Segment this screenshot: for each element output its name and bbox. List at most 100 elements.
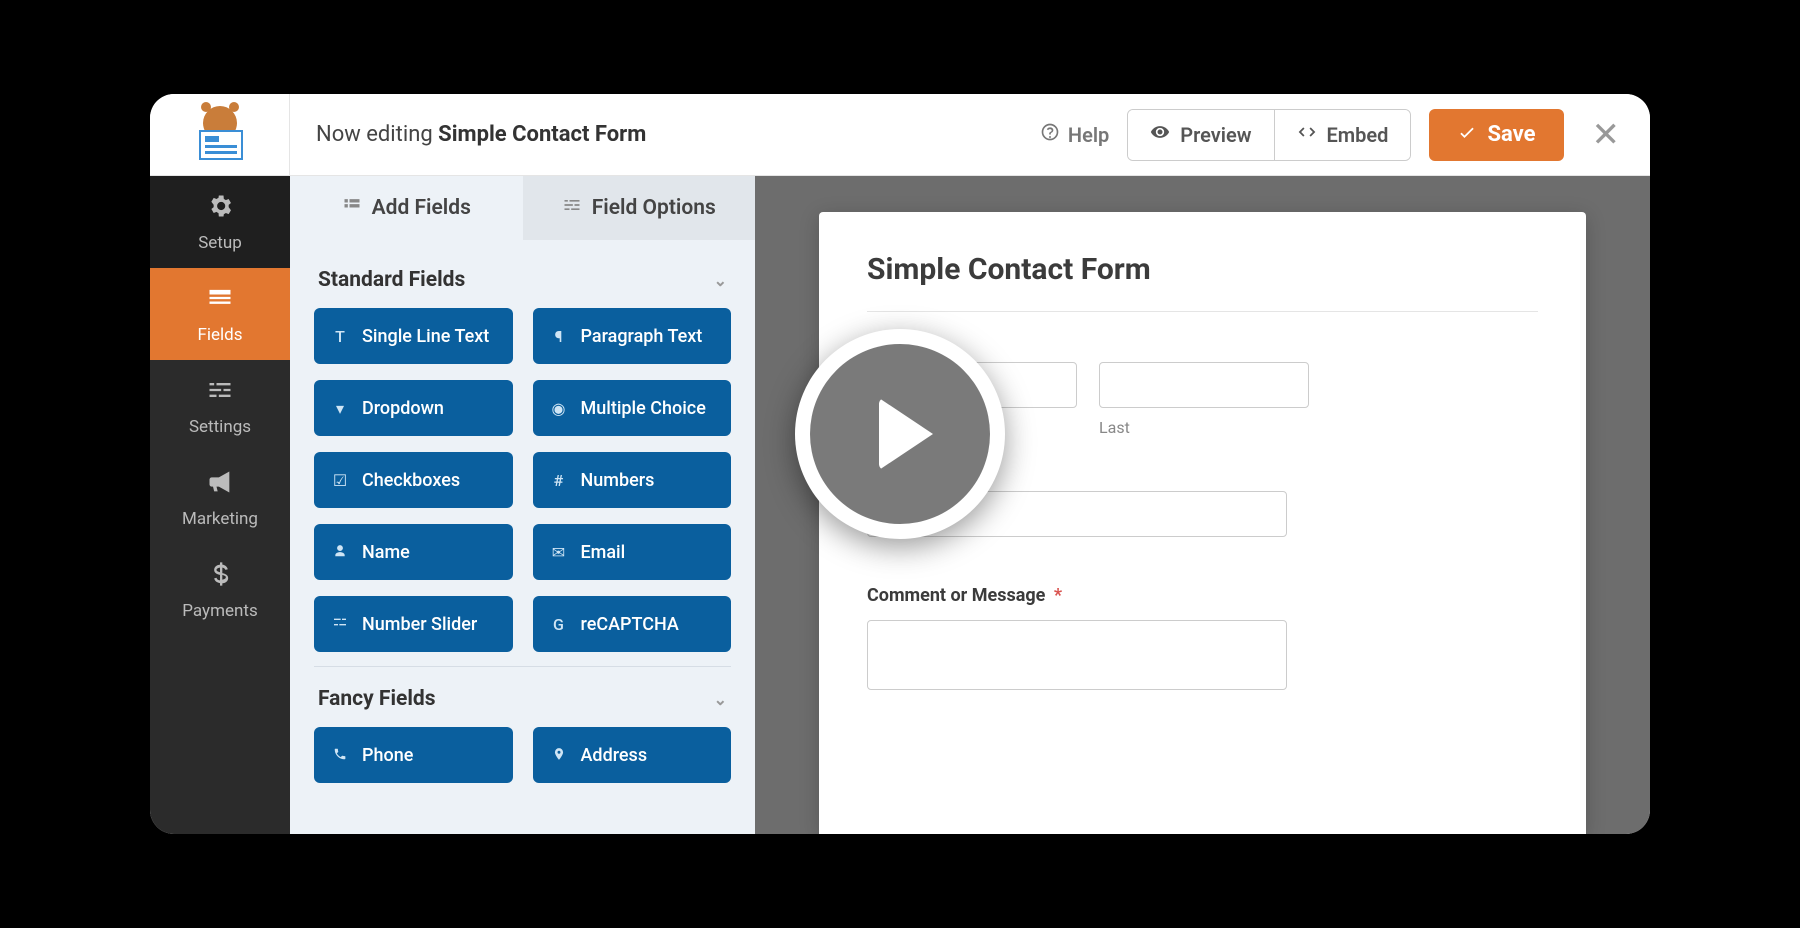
sidebar-item-marketing[interactable]: Marketing	[150, 452, 290, 544]
fancy-fields-grid: Phone Address	[314, 727, 731, 783]
panel-scroll[interactable]: Standard Fields ⌄ T Single Line Text ¶ P…	[290, 240, 755, 834]
sidebar: Setup Fields Settings Marketing	[150, 176, 290, 834]
form-name: Simple Contact Form	[438, 122, 646, 147]
section-standard-fields[interactable]: Standard Fields ⌄	[314, 258, 731, 308]
field-label: Dropdown	[362, 398, 444, 419]
field-label: Name	[362, 542, 410, 563]
sidebar-item-settings[interactable]: Settings	[150, 360, 290, 452]
checkbox-icon: ☑	[330, 471, 350, 490]
form-icon	[206, 284, 234, 319]
phone-icon	[330, 746, 350, 765]
field-recaptcha[interactable]: G reCAPTCHA	[533, 596, 732, 652]
code-icon	[1297, 122, 1317, 147]
tab-label: Field Options	[592, 196, 716, 220]
preview-button[interactable]: Preview	[1128, 110, 1273, 160]
radio-icon: ◉	[549, 399, 569, 418]
paragraph-icon: ¶	[549, 327, 569, 346]
field-label: Multiple Choice	[581, 398, 706, 419]
section-label: Standard Fields	[318, 268, 465, 292]
sidebar-label: Setup	[198, 233, 242, 253]
section-divider	[314, 666, 731, 667]
tab-add-fields[interactable]: Add Fields	[290, 176, 523, 240]
help-link[interactable]: Help	[1040, 122, 1109, 147]
required-mark: *	[1054, 585, 1062, 606]
preview-label: Preview	[1180, 123, 1251, 147]
field-name[interactable]: Name	[314, 524, 513, 580]
eye-icon	[1150, 122, 1170, 147]
field-label: Address	[581, 745, 648, 766]
logo-icon	[185, 106, 255, 164]
logo[interactable]	[150, 94, 290, 176]
save-button[interactable]: Save	[1429, 109, 1563, 161]
field-paragraph-text[interactable]: ¶ Paragraph Text	[533, 308, 732, 364]
field-checkboxes[interactable]: ☑ Checkboxes	[314, 452, 513, 508]
list-icon	[342, 195, 362, 221]
pin-icon	[549, 746, 569, 765]
tab-field-options[interactable]: Field Options	[523, 176, 756, 240]
envelope-icon: ✉	[549, 543, 569, 562]
field-multiple-choice[interactable]: ◉ Multiple Choice	[533, 380, 732, 436]
field-label: Numbers	[581, 470, 655, 491]
preview-embed-group: Preview Embed	[1127, 109, 1411, 161]
field-phone[interactable]: Phone	[314, 727, 513, 783]
field-label: reCAPTCHA	[581, 614, 679, 635]
bullhorn-icon	[206, 468, 234, 503]
sidebar-label: Settings	[189, 417, 251, 437]
hash-icon: #	[549, 471, 569, 490]
close-icon: ✕	[1592, 115, 1621, 155]
help-label: Help	[1068, 123, 1109, 147]
last-name-input[interactable]	[1099, 362, 1309, 408]
sidebar-item-fields[interactable]: Fields	[150, 268, 290, 360]
user-icon	[330, 543, 350, 562]
sliders-icon	[562, 195, 582, 221]
field-dropdown[interactable]: ▾ Dropdown	[314, 380, 513, 436]
last-name-col: Last	[1099, 362, 1309, 437]
panel-tabs: Add Fields Field Options	[290, 176, 755, 240]
tab-label: Add Fields	[372, 196, 471, 220]
field-label: Phone	[362, 745, 413, 766]
top-actions: Help Preview Embed	[1040, 109, 1650, 161]
save-label: Save	[1487, 122, 1535, 147]
google-icon: G	[549, 615, 569, 634]
play-video-button[interactable]	[795, 329, 1005, 539]
sliders-icon	[206, 376, 234, 411]
field-label: Email	[581, 542, 626, 563]
text-icon: T	[330, 327, 350, 346]
section-label: Fancy Fields	[318, 687, 436, 711]
field-number-slider[interactable]: Number Slider	[314, 596, 513, 652]
field-label: Paragraph Text	[581, 326, 703, 347]
field-single-line-text[interactable]: T Single Line Text	[314, 308, 513, 364]
field-email[interactable]: ✉ Email	[533, 524, 732, 580]
play-icon	[810, 344, 990, 524]
standard-fields-grid: T Single Line Text ¶ Paragraph Text ▾ Dr…	[314, 308, 731, 652]
chevron-down-icon: ⌄	[714, 271, 727, 290]
field-label: Single Line Text	[362, 326, 489, 347]
comment-textarea[interactable]	[867, 620, 1287, 690]
embed-label: Embed	[1327, 123, 1389, 147]
editing-prefix: Now editing	[316, 122, 433, 147]
dollar-icon	[206, 560, 234, 595]
section-fancy-fields[interactable]: Fancy Fields ⌄	[314, 677, 731, 727]
embed-button[interactable]: Embed	[1274, 110, 1411, 160]
app-window: Now editing Simple Contact Form Help Pre…	[150, 94, 1650, 834]
field-label: Checkboxes	[362, 470, 460, 491]
last-sublabel: Last	[1099, 418, 1309, 437]
dropdown-icon: ▾	[330, 399, 350, 418]
topbar: Now editing Simple Contact Form Help Pre…	[150, 94, 1650, 176]
sidebar-item-setup[interactable]: Setup	[150, 176, 290, 268]
sidebar-label: Marketing	[182, 509, 258, 529]
close-button[interactable]: ✕	[1592, 115, 1621, 155]
sidebar-label: Fields	[197, 325, 242, 345]
field-numbers[interactable]: # Numbers	[533, 452, 732, 508]
field-address[interactable]: Address	[533, 727, 732, 783]
chevron-down-icon: ⌄	[714, 690, 727, 709]
sidebar-item-payments[interactable]: Payments	[150, 544, 290, 636]
preview-divider	[867, 311, 1538, 312]
slider-icon	[330, 614, 350, 634]
gear-icon	[206, 192, 234, 227]
field-label: Number Slider	[362, 614, 477, 635]
page-title: Now editing Simple Contact Form	[290, 122, 1040, 147]
comment-label: Comment or Message *	[867, 585, 1538, 606]
fields-panel: Add Fields Field Options Standard Fields…	[290, 176, 755, 834]
preview-form-title: Simple Contact Form	[867, 252, 1538, 311]
